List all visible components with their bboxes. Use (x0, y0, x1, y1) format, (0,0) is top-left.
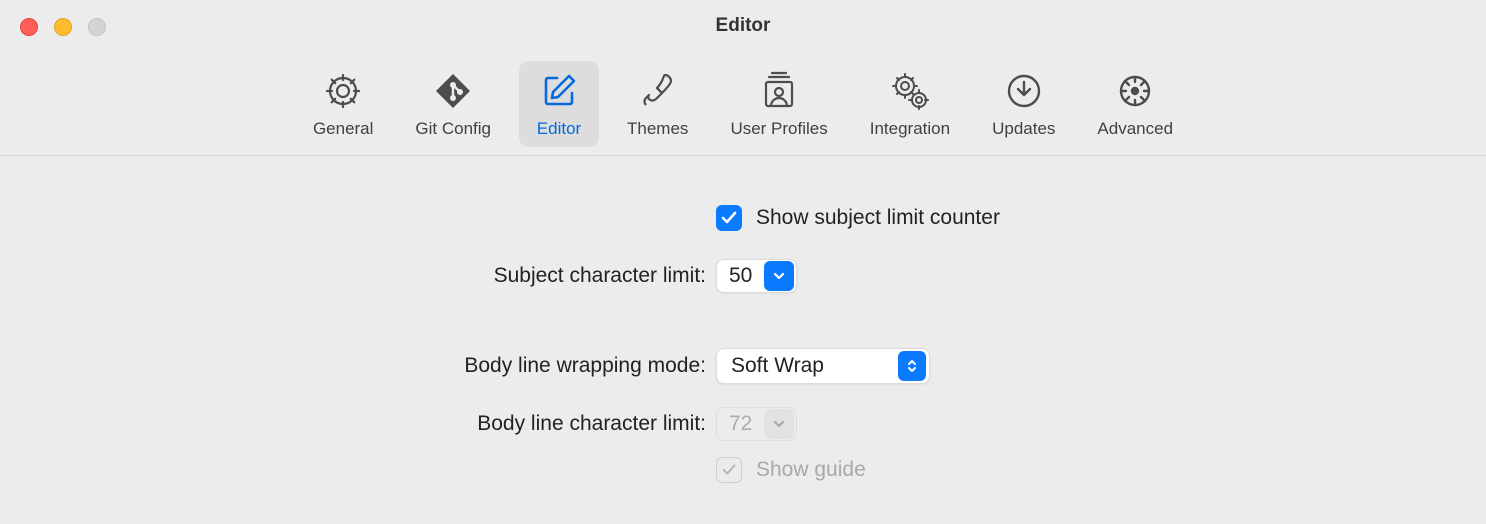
titlebar: Editor (0, 0, 1486, 52)
edit-icon (539, 71, 579, 111)
tab-label: User Profiles (730, 119, 827, 139)
download-icon (1004, 71, 1044, 111)
chevron-down-icon (764, 409, 794, 439)
show-guide-label: Show guide (756, 458, 866, 482)
subject-char-limit-value: 50 (717, 264, 762, 288)
tab-git-config[interactable]: Git Config (401, 61, 505, 147)
body-wrap-mode-value: Soft Wrap (717, 354, 834, 378)
tab-user-profiles[interactable]: User Profiles (716, 61, 841, 147)
tab-label: Git Config (415, 119, 491, 139)
chevron-up-down-icon (898, 351, 926, 381)
body-char-limit-label: Body line character limit: (0, 412, 716, 436)
chevron-down-icon (764, 261, 794, 291)
window-title: Editor (0, 15, 1486, 37)
body-char-limit-combobox: 72 (716, 407, 797, 441)
row-show-subject-limit-counter: Show subject limit counter (0, 198, 1486, 238)
minimize-window-button[interactable] (54, 18, 72, 36)
subject-char-limit-label: Subject character limit: (0, 264, 716, 288)
row-body-char-limit: Body line character limit: 72 (0, 404, 1486, 444)
tab-label: Advanced (1097, 119, 1173, 139)
gear-icon (323, 71, 363, 111)
maximize-window-button (88, 18, 106, 36)
tab-editor[interactable]: Editor (519, 61, 599, 147)
show-subject-limit-counter-label: Show subject limit counter (756, 206, 1000, 230)
tab-label: Updates (992, 119, 1055, 139)
tab-integration[interactable]: Integration (856, 61, 964, 147)
tab-updates[interactable]: Updates (978, 61, 1069, 147)
tab-label: Themes (627, 119, 688, 139)
body-char-limit-value: 72 (717, 412, 762, 436)
tab-advanced[interactable]: Advanced (1083, 61, 1187, 147)
advanced-gear-icon (1115, 71, 1155, 111)
tab-label: Integration (870, 119, 950, 139)
show-subject-limit-counter-checkbox[interactable] (716, 205, 742, 231)
user-profiles-icon (759, 71, 799, 111)
body-wrap-mode-label: Body line wrapping mode: (0, 354, 716, 378)
editor-settings-form: Show subject limit counter Subject chara… (0, 156, 1486, 490)
tab-label: Editor (537, 119, 581, 139)
body-wrap-mode-select[interactable]: Soft Wrap (716, 348, 930, 384)
gears-icon (890, 71, 930, 111)
tab-general[interactable]: General (299, 61, 387, 147)
tab-label: General (313, 119, 373, 139)
row-subject-char-limit: Subject character limit: 50 (0, 256, 1486, 296)
row-body-wrap-mode: Body line wrapping mode: Soft Wrap (0, 346, 1486, 386)
subject-char-limit-combobox[interactable]: 50 (716, 259, 797, 293)
tab-themes[interactable]: Themes (613, 61, 702, 147)
show-guide-checkbox (716, 457, 742, 483)
git-icon (433, 71, 473, 111)
paintbrush-icon (638, 71, 678, 111)
preferences-toolbar: General Git Config Editor (0, 52, 1486, 156)
traffic-lights (20, 18, 106, 36)
close-window-button[interactable] (20, 18, 38, 36)
row-show-guide: Show guide (0, 450, 1486, 490)
